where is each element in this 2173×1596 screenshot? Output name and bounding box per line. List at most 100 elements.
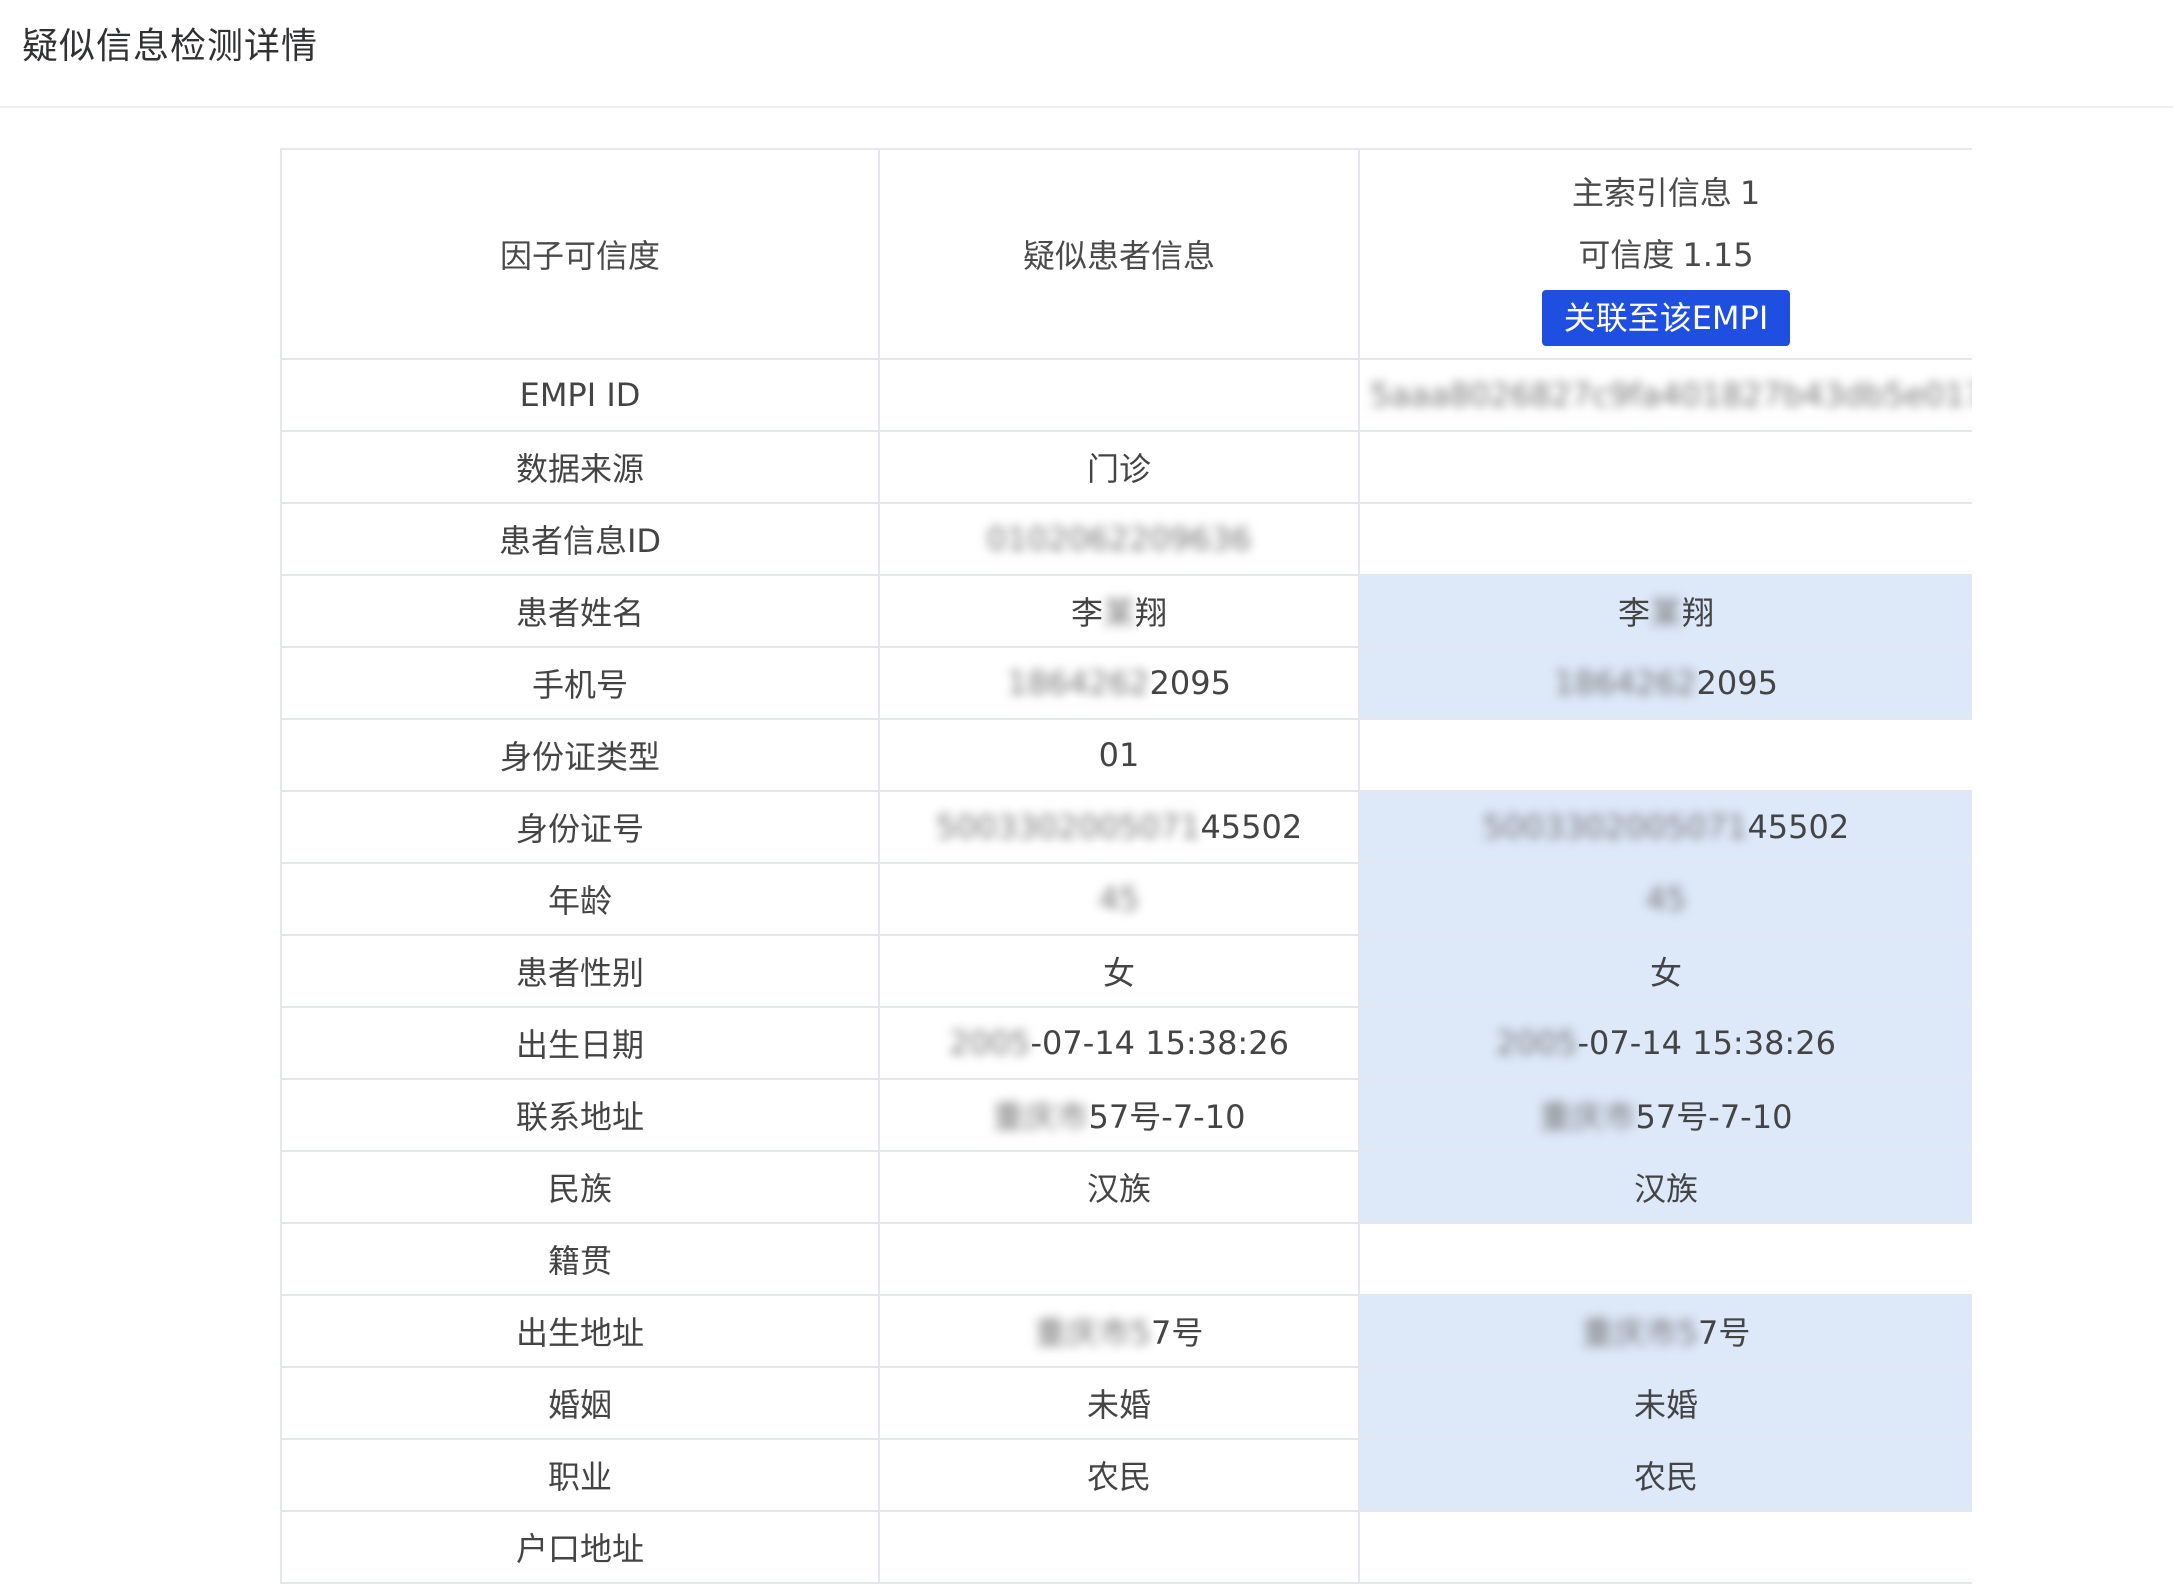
master-value-text: 57号-7-10 [1635,1098,1793,1136]
suspect-value-cell: 农民 [878,1438,1360,1512]
master-value-text: 汉族 [1633,1170,1698,1208]
suspect-value-cell: 女 [878,934,1360,1008]
confidence-label: 可信度 [1578,236,1675,274]
master-index-header: 主索引信息 1 可信度 1.15 关联至该EMPI [1358,148,1972,360]
table-body: EMPI ID 5aaa8026827c9fa401827b43db5e0178 数… [280,358,1972,1584]
master-value-cell: 女 [1358,934,1972,1008]
master-value-masked: 5aaa8026827c9fa401827b43db5e0178 [1370,376,1972,414]
suspect-value-text: 汉族 [1086,1170,1151,1208]
table-row: 职业 农民 农民 [280,1438,1972,1512]
suspect-value-text: 57号-7-10 [1088,1098,1246,1136]
page-header: 疑似信息检测详情 [0,0,2173,108]
suspect-value-text: 未婚 [1086,1386,1151,1424]
suspect-value-masked: 重庆市 [992,1098,1089,1136]
factor-cell: 年龄 [280,862,880,936]
master-value-masked: 某 [1649,594,1682,632]
suspect-value-text: 2095 [1149,664,1231,702]
master-value-cell: 未婚 [1358,1366,1972,1440]
suspect-value-text: 7号 [1151,1314,1204,1352]
master-value-masked: 1864262 [1554,664,1697,702]
detection-detail-table: 因子可信度 疑似患者信息 主索引信息 1 可信度 1.15 关联至该EMPI EMP… [280,148,1972,1584]
suspect-value-cell: 重庆市57号 [878,1294,1360,1368]
master-value-cell: 500330200507145502 [1358,790,1972,864]
master-value-masked: 45 [1645,880,1687,918]
confidence-line: 可信度 1.15 [1370,224,1962,286]
master-value-cell: 农民 [1358,1438,1972,1512]
suspect-value-cell: 500330200507145502 [878,790,1360,864]
link-to-empi-button[interactable]: 关联至该EMPI [1541,290,1791,346]
suspect-value-masked: 2005 [949,1024,1031,1062]
suspect-value-cell: 未婚 [878,1366,1360,1440]
suspect-value-cell: 01 [878,718,1360,792]
suspect-value-text: 门诊 [1086,450,1151,488]
master-value-cell: 45 [1358,862,1972,936]
suspect-value-masked: 1864262 [1007,664,1150,702]
factor-cell: 出生地址 [280,1294,880,1368]
table-row: 民族 汉族 汉族 [280,1150,1972,1224]
table-row: 出生日期 2005-07-14 15:38:26 2005-07-14 15:38:… [280,1006,1972,1080]
factor-credibility-header: 因子可信度 [280,148,880,360]
suspect-value-cell: 2005-07-14 15:38:26 [878,1006,1360,1080]
suspect-patient-header: 疑似患者信息 [878,148,1360,360]
factor-cell: EMPI ID [280,358,880,432]
master-value-cell: 重庆市57号-7-10 [1358,1078,1972,1152]
master-index-title: 主索引信息 1 [1370,162,1962,224]
suspect-value-text: 女 [1102,954,1135,992]
table-row: 患者性别 女 女 [280,934,1972,1008]
master-value-masked: 5003302005071 [1482,808,1748,846]
suspect-value-masked: 0102062209636 [986,520,1252,558]
master-value-text: 女 [1649,954,1682,992]
table-row: 身份证号 500330200507145502 500330200507145502 [280,790,1972,864]
suspect-value-cell: 门诊 [878,430,1360,504]
master-value-cell [1358,1510,1972,1584]
master-value-cell [1358,430,1972,504]
factor-cell: 数据来源 [280,430,880,504]
factor-cell: 籍贯 [280,1222,880,1296]
suspect-value-text: 45502 [1200,808,1303,846]
table-row: 籍贯 [280,1222,1972,1296]
master-value-prefix: 李 [1617,594,1650,632]
master-value-cell: 5aaa8026827c9fa401827b43db5e0178 [1358,358,1972,432]
master-value-text: 45502 [1747,808,1850,846]
master-value-text: -07-14 15:38:26 [1577,1024,1836,1062]
master-value-masked: 重庆市5 [1581,1314,1698,1352]
table-row: 年龄 45 45 [280,862,1972,936]
table-row: 数据来源 门诊 [280,430,1972,504]
master-value-text: 农民 [1633,1458,1698,1496]
suspect-value-cell [878,358,1360,432]
factor-cell: 户口地址 [280,1510,880,1584]
master-index-label: 主索引信息 [1571,174,1732,212]
factor-cell: 患者姓名 [280,574,880,648]
master-value-cell [1358,1222,1972,1296]
table-row: 患者信息ID 0102062209636 [280,502,1972,576]
master-value-masked: 2005 [1496,1024,1578,1062]
confidence-value: 1.15 [1682,236,1754,274]
suspect-value-cell [878,1222,1360,1296]
suspect-value-masked: 5003302005071 [935,808,1201,846]
factor-cell: 身份证号 [280,790,880,864]
table-row: 手机号 18642622095 18642622095 [280,646,1972,720]
suspect-value-masked: 某 [1102,594,1135,632]
table-row: 出生地址 重庆市57号 重庆市57号 [280,1294,1972,1368]
table-row: 身份证类型 01 [280,718,1972,792]
table-row: 户口地址 [280,1510,1972,1584]
suspect-value-text: 翔 [1135,594,1168,632]
suspect-value-cell: 0102062209636 [878,502,1360,576]
suspect-value-cell: 18642622095 [878,646,1360,720]
factor-cell: 职业 [280,1438,880,1512]
master-value-text: 2095 [1696,664,1778,702]
suspect-value-masked: 重庆市5 [1034,1314,1151,1352]
table-row: 婚姻 未婚 未婚 [280,1366,1972,1440]
factor-cell: 身份证类型 [280,718,880,792]
page-title: 疑似信息检测详情 [22,26,319,67]
factor-cell: 手机号 [280,646,880,720]
suspect-value-cell: 李某翔 [878,574,1360,648]
master-value-text: 未婚 [1633,1386,1698,1424]
factor-cell: 患者性别 [280,934,880,1008]
suspect-value-text: 农民 [1086,1458,1151,1496]
table-row: 联系地址 重庆市57号-7-10 重庆市57号-7-10 [280,1078,1972,1152]
master-value-cell: 重庆市57号 [1358,1294,1972,1368]
suspect-value-cell: 重庆市57号-7-10 [878,1078,1360,1152]
suspect-value-cell: 汉族 [878,1150,1360,1224]
master-value-cell [1358,718,1972,792]
